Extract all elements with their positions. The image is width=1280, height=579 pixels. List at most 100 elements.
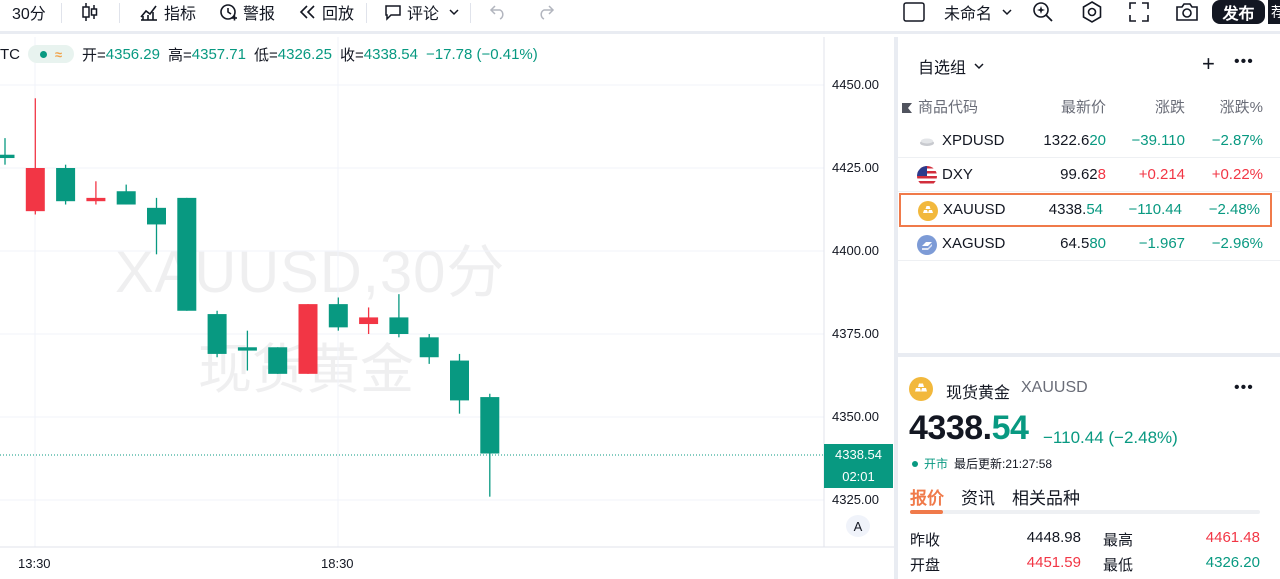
legend-change-value: −17.78 (−0.41%) (426, 45, 538, 63)
row-last: 64.580 (1060, 235, 1106, 252)
publish-menu-button[interactable]: 荐 (1268, 0, 1280, 24)
details-more-button[interactable]: ••• (1234, 379, 1254, 397)
legend-status-pill[interactable]: ≈ (28, 45, 74, 63)
row-change: −110.44 (1128, 201, 1182, 218)
watchlist-more-button[interactable]: ••• (1234, 53, 1254, 71)
bar-countdown: 02:01 (842, 469, 875, 485)
candle (56, 164, 76, 205)
candle-body (298, 304, 318, 374)
tab-indicator-track (910, 510, 1260, 514)
candle-body (359, 317, 379, 325)
candle-body (419, 337, 439, 358)
market-open-dot-icon (912, 460, 918, 467)
candle-body (268, 347, 288, 374)
alert-button[interactable]: 警报 (218, 0, 275, 24)
price-axis-label: 4450.00 (832, 77, 879, 92)
row-last-tail: 20 (1089, 132, 1106, 149)
indicators-button[interactable]: 指标 (139, 0, 196, 24)
legend-high-value: 4357.71 (191, 45, 246, 63)
market-status-label: 开市 (924, 457, 949, 471)
redo-button[interactable] (537, 0, 555, 24)
tab-related[interactable]: 相关品种 (1012, 484, 1080, 509)
layout-menu-button[interactable]: 未命名 (944, 0, 1012, 24)
watchlist-header: 商品代码 最新价 涨跌 涨跌% (898, 96, 1280, 118)
candle (328, 297, 348, 331)
header-change[interactable]: 涨跌 (1155, 96, 1185, 117)
symbol-code[interactable]: XAUUSD (1021, 379, 1088, 397)
interval-button[interactable]: 30分 (12, 0, 46, 24)
flag-icon[interactable] (901, 101, 913, 118)
stat-high-value: 4461.48 (1205, 529, 1260, 546)
tab-news[interactable]: 资讯 (961, 484, 995, 509)
stat-open-value: 4451.59 (1026, 554, 1081, 571)
row-change-pct: −2.87% (1211, 132, 1263, 149)
row-last: 1322.620 (1043, 132, 1106, 149)
replay-button[interactable]: 回放 (299, 0, 354, 24)
tab-quote[interactable]: 报价 (910, 484, 944, 509)
comments-button[interactable]: 评论 (384, 0, 459, 24)
symbol-details-panel: 现货黄金 XAUUSD ••• 4338.54 −110.44 (−2.48%)… (898, 357, 1280, 579)
chevron-down-icon (1002, 8, 1012, 16)
time-axis-label: 13:30 (18, 556, 51, 571)
candle (86, 181, 106, 205)
legend-symbol[interactable]: TC (0, 46, 20, 63)
candle-body (237, 347, 257, 351)
chart-panel[interactable]: XAUUSD,30分 现货黄金 TC ≈ 开=4356.29 高=4357.71… (0, 37, 894, 579)
settings-button[interactable] (1081, 0, 1103, 24)
header-symbol[interactable]: 商品代码 (918, 96, 978, 117)
row-change: +0.214 (1138, 166, 1185, 183)
legend-low-value: 4326.25 (277, 45, 332, 63)
details-tabs: 报价 资讯 相关品种 (910, 484, 1080, 509)
last-update-time: 最后更新:21:27:58 (954, 457, 1053, 471)
fullscreen-button[interactable] (1129, 0, 1149, 24)
row-symbol: XAGUSD (942, 235, 1006, 252)
ohlc-legend: TC ≈ 开= 4356.29 高= 4357.71 低= 4326.25 收= 433… (0, 44, 546, 64)
stat-prev-close-label: 昨收 (910, 532, 941, 549)
auto-scale-button[interactable]: A (846, 515, 870, 537)
quick-search-button[interactable] (1032, 0, 1054, 24)
candle-body (450, 360, 469, 401)
toolbar-divider (119, 3, 120, 23)
candle (450, 353, 469, 414)
watchlist-row[interactable]: XPDUSD 1322.620 −39.110 −2.87% (898, 124, 1280, 158)
watchlist-row[interactable]: DXY 99.628 +0.214 +0.22% (898, 158, 1280, 192)
snapshot-button[interactable] (1175, 0, 1199, 24)
chart-type-button[interactable] (81, 0, 99, 24)
add-symbol-button[interactable]: + (1202, 53, 1215, 75)
row-symbol: XPDUSD (942, 132, 1005, 149)
row-last-tail: 80 (1089, 235, 1106, 252)
header-last[interactable]: 最新价 (1061, 96, 1106, 117)
candle (116, 184, 136, 205)
stat-prev-close-value: 4448.98 (1026, 529, 1081, 546)
candle (0, 138, 15, 165)
indicators-icon (139, 2, 159, 22)
candles-group (0, 98, 500, 497)
header-change-pct[interactable]: 涨跌% (1220, 96, 1263, 117)
time-axis[interactable]: 13:30 18:30 (0, 547, 824, 579)
comment-icon (384, 3, 402, 21)
candle (25, 98, 45, 215)
watchlist-title: 自选组 (918, 60, 967, 77)
watchlist-row-selected[interactable]: XAUUSD 4338.54 −110.44 −2.48% (899, 193, 1272, 227)
candle (359, 307, 379, 334)
layout-checkbox[interactable] (903, 0, 925, 24)
legend-low-label: 低= (254, 46, 278, 64)
symbol-name[interactable]: 现货黄金 (946, 379, 1010, 403)
palladium-bar-icon (917, 132, 937, 152)
legend-close-label: 收= (340, 46, 364, 64)
publish-button[interactable]: 发布 (1212, 0, 1265, 24)
legend-high-label: 高= (168, 46, 192, 64)
replay-label: 回放 (322, 6, 355, 23)
price-change: −110.44 (−2.48%) (1043, 428, 1178, 447)
row-last-main: 1322.6 (1043, 132, 1090, 149)
alerts-label: 警报 (243, 6, 276, 23)
wave-icon: ≈ (54, 46, 63, 62)
alarm-clock-icon (218, 2, 238, 22)
undo-button[interactable] (489, 0, 507, 24)
candlestick-chart[interactable] (0, 37, 894, 579)
publish-label: 发布 (1222, 6, 1255, 23)
gold-bar-icon (909, 377, 933, 401)
candle (298, 304, 318, 374)
watchlist-selector[interactable]: 自选组 (918, 54, 984, 78)
watchlist-row[interactable]: XAGUSD 64.580 −1.967 −2.96% (898, 227, 1280, 261)
